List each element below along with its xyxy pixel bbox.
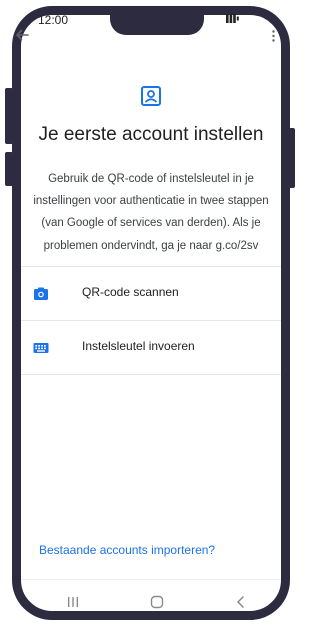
enter-setup-key-option[interactable]: Instelsleutel invoeren bbox=[21, 322, 281, 374]
home-icon[interactable] bbox=[148, 593, 166, 611]
enter-setup-key-label: Instelsleutel invoeren bbox=[82, 339, 195, 353]
account-box-icon bbox=[141, 86, 161, 106]
divider bbox=[21, 266, 281, 267]
divider bbox=[21, 374, 281, 375]
battery-icon bbox=[226, 14, 239, 23]
scan-qr-code-option[interactable]: QR-code scannen bbox=[21, 268, 281, 320]
scan-qr-code-label: QR-code scannen bbox=[82, 285, 179, 299]
back-icon[interactable] bbox=[232, 593, 250, 611]
status-time: 12:00 bbox=[38, 13, 69, 27]
keyboard-icon bbox=[33, 343, 49, 353]
camera-icon bbox=[34, 287, 48, 300]
recent-apps-icon[interactable] bbox=[64, 593, 82, 611]
back-arrow-icon[interactable] bbox=[14, 27, 30, 43]
page-description: Gebruik de QR-code of instelsleutel in j… bbox=[33, 173, 269, 252]
nav-bar-divider bbox=[21, 579, 281, 580]
phone-notch bbox=[110, 15, 204, 35]
import-existing-accounts-link[interactable]: Bestaande accounts importeren? bbox=[39, 543, 215, 557]
divider bbox=[21, 320, 281, 321]
overflow-menu-icon[interactable] bbox=[272, 30, 275, 42]
page-title: Je eerste account instellen bbox=[38, 124, 264, 145]
